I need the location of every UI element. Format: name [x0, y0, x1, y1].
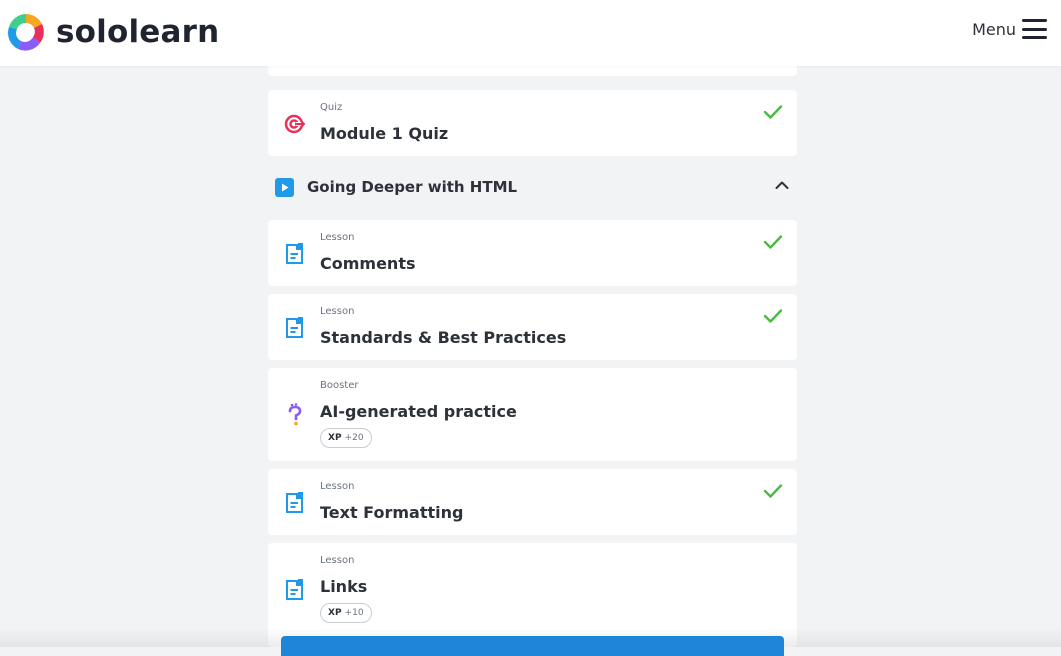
xp-label: XP	[328, 433, 342, 443]
item-title: AI-generated practice	[320, 402, 517, 421]
item-title: Standards & Best Practices	[320, 328, 567, 347]
xp-value: +10	[344, 608, 364, 618]
item-title: Links	[320, 577, 368, 596]
item-type-label: Lesson	[320, 232, 355, 243]
lesson-icon	[286, 492, 303, 513]
menu-button[interactable]: Menu	[972, 19, 1047, 39]
item-type-label: Lesson	[320, 555, 355, 566]
lesson-icon	[286, 317, 303, 338]
lesson-icon	[286, 579, 303, 600]
item-title: Comments	[320, 254, 416, 273]
lesson-card-standards[interactable]: Lesson Standards & Best Practices	[268, 294, 797, 360]
check-icon	[763, 484, 783, 498]
lesson-card-links[interactable]: Lesson Links XP +10	[268, 543, 797, 647]
lesson-card-comments[interactable]: Lesson Comments	[268, 220, 797, 286]
question-icon	[288, 403, 302, 426]
brand-name: sololearn	[56, 14, 220, 50]
section-header-going-deeper[interactable]: Going Deeper with HTML	[268, 158, 797, 216]
lesson-icon	[286, 243, 303, 264]
booster-card-ai-practice[interactable]: Booster AI-generated practice XP +20	[268, 368, 797, 461]
item-type-label: Lesson	[320, 481, 355, 492]
check-icon	[763, 309, 783, 323]
sololearn-logo-icon	[8, 14, 44, 51]
check-icon	[763, 235, 783, 249]
item-title: Module 1 Quiz	[320, 124, 449, 143]
item-type-label: Quiz	[320, 102, 343, 113]
check-icon	[763, 105, 783, 119]
xp-label: XP	[328, 608, 342, 618]
sololearn-logo[interactable]: sololearn	[6, 12, 219, 52]
play-icon	[275, 178, 294, 197]
xp-badge: XP +10	[320, 603, 372, 623]
hamburger-icon	[1022, 19, 1047, 39]
item-type-label: Lesson	[320, 306, 355, 317]
quiz-card[interactable]: Quiz Module 1 Quiz	[268, 90, 797, 156]
xp-value: +20	[344, 433, 364, 443]
top-navbar: sololearn Menu	[0, 0, 1061, 66]
menu-label: Menu	[972, 19, 1016, 39]
target-icon	[284, 114, 306, 134]
section-title: Going Deeper with HTML	[307, 178, 518, 196]
xp-badge: XP +20	[320, 428, 372, 448]
lesson-card-text-formatting[interactable]: Lesson Text Formatting	[268, 469, 797, 535]
continue-button[interactable]	[281, 636, 784, 656]
chevron-up-icon[interactable]	[775, 180, 789, 190]
item-type-label: Booster	[320, 380, 359, 391]
item-title: Text Formatting	[320, 503, 464, 522]
